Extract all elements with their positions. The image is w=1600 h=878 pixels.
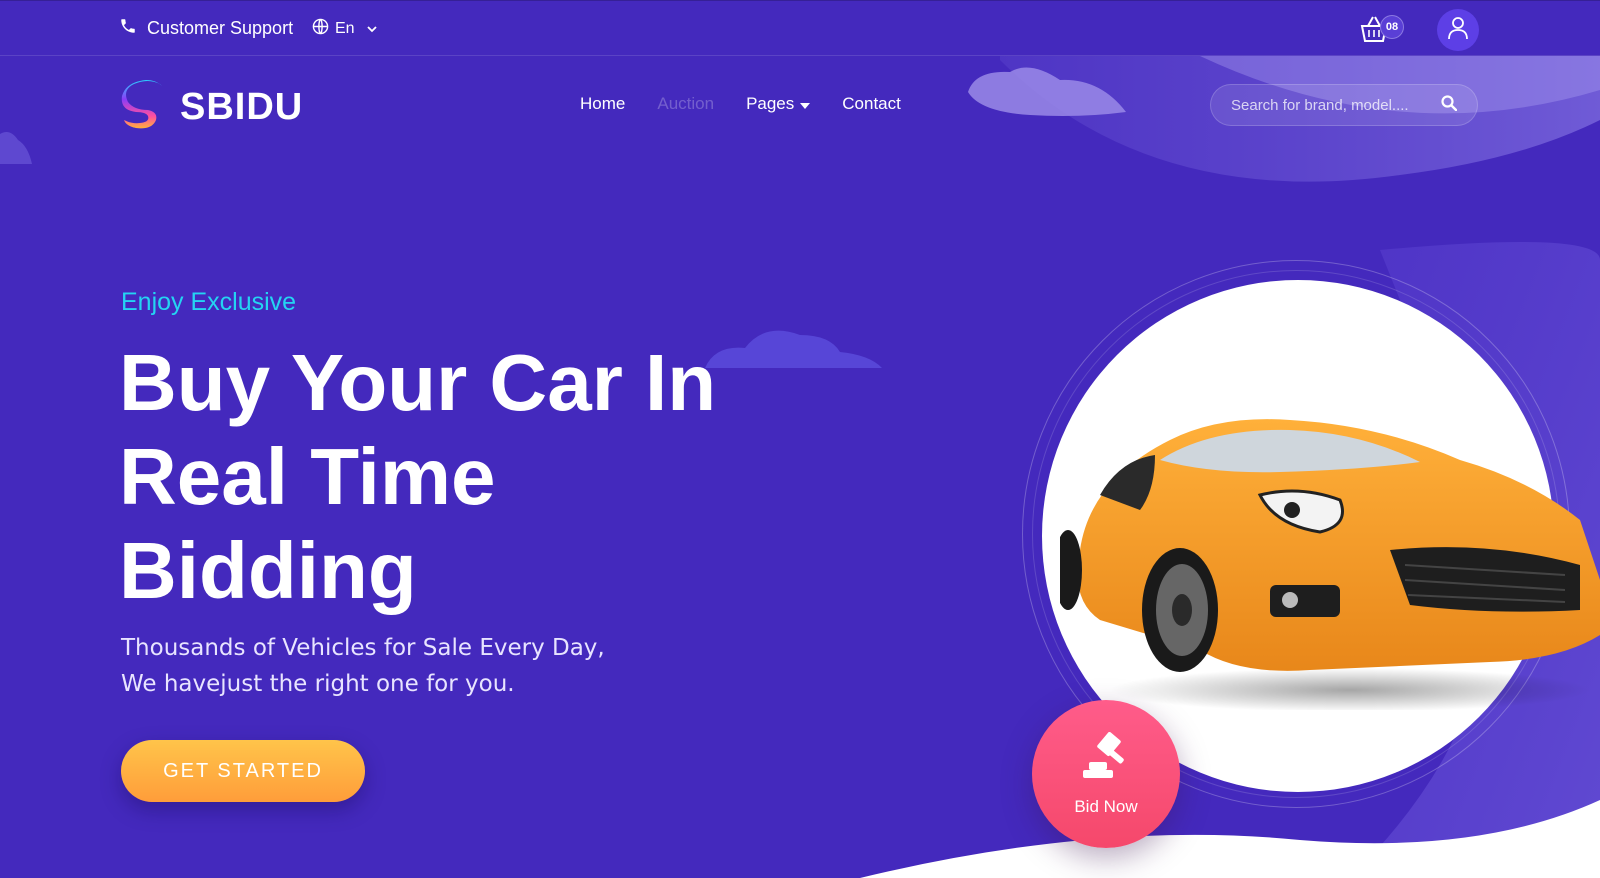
nav-item-pages-label: Pages: [746, 94, 795, 113]
language-label: En: [335, 20, 355, 37]
top-bar: Customer Support En 08: [0, 0, 1600, 56]
cart-button[interactable]: 08: [1358, 11, 1404, 47]
nav-item-contact-label: Contact: [842, 94, 901, 113]
chevron-down-icon: [366, 20, 377, 38]
headline-line-3: Bidding: [119, 526, 417, 615]
search-icon[interactable]: [1441, 94, 1458, 116]
nav-item-auction[interactable]: Auction: [657, 94, 714, 114]
customer-support-link[interactable]: Customer Support: [119, 17, 293, 40]
language-selector[interactable]: En: [312, 18, 377, 40]
nav-item-pages[interactable]: Pages: [746, 94, 811, 114]
nav-item-contact[interactable]: Contact: [842, 94, 901, 114]
user-account-button[interactable]: [1437, 9, 1479, 51]
headline-line-1: Buy Your Car In: [119, 338, 717, 427]
search-bar: [1210, 84, 1478, 126]
hero-eyebrow: Enjoy Exclusive: [121, 288, 297, 316]
logo-text: SBIDU: [180, 86, 304, 128]
headline-line-2: Real Time: [119, 432, 496, 521]
hero-headline: Buy Your Car In Real Time Bidding: [119, 336, 759, 618]
hero-subtext: Thousands of Vehicles for Sale Every Day…: [121, 635, 605, 697]
search-input[interactable]: [1231, 96, 1431, 114]
nav-item-auction-label: Auction: [657, 94, 715, 113]
customer-support-label: Customer Support: [147, 18, 294, 38]
gavel-icon: [1079, 731, 1133, 789]
phone-icon: [119, 17, 137, 40]
globe-icon: [312, 18, 329, 40]
logo-icon: [120, 78, 166, 137]
nav-item-home[interactable]: Home: [580, 94, 625, 114]
bid-now-button[interactable]: Bid Now: [1032, 700, 1180, 848]
bid-now-label: Bid Now: [1074, 796, 1138, 816]
main-nav: Home Auction Pages Contact: [580, 94, 933, 114]
user-icon: [1447, 16, 1469, 45]
get-started-button[interactable]: GET STARTED: [121, 740, 365, 802]
caret-down-icon: [800, 94, 811, 114]
nav-item-home-label: Home: [580, 94, 626, 113]
car-image: [1054, 400, 1600, 715]
cart-count-badge: 08: [1380, 15, 1404, 39]
site-logo[interactable]: SBIDU: [120, 78, 303, 137]
